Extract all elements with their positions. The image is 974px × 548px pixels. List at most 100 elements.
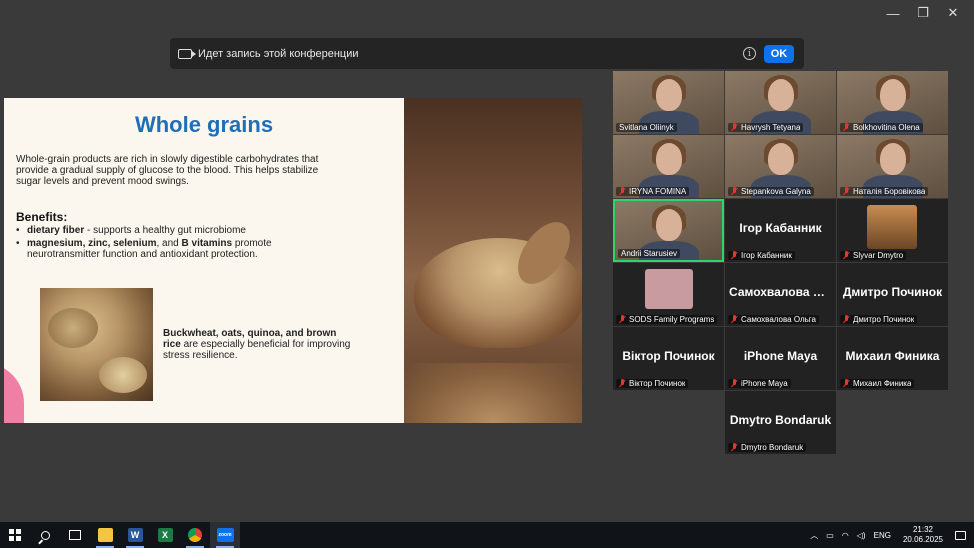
benefits-list: dietary fiber - supports a healthy gut m… (16, 225, 346, 262)
windows-taskbar: W X zoom ︿ ▭ ◠ ◁) ENG 21:32 20.06.2025 (0, 522, 974, 548)
battery-icon[interactable]: ▭ (826, 531, 834, 540)
participant-name-label: SODS Family Programs (616, 315, 718, 324)
participant-name: Svitlana Oliinyk (619, 123, 674, 132)
restore-button[interactable]: ❐ (908, 4, 938, 22)
participant-name-label: Havrysh Tetyana (728, 123, 804, 132)
participant-tile[interactable]: Slyvar Dmytro (837, 199, 948, 262)
benefit-item: dietary fiber - supports a healthy gut m… (16, 225, 346, 236)
minimize-button[interactable]: — (878, 4, 908, 22)
participant-display-name: Михаил Финика (845, 349, 940, 363)
participant-tile[interactable]: Dmytro Bondaruk Dmytro Bondaruk (725, 391, 836, 454)
participant-name-label: Andrii Starusiev (618, 249, 681, 258)
participant-tile[interactable]: SODS Family Programs (613, 263, 724, 326)
chrome-icon[interactable] (180, 522, 210, 548)
decorative-shape (4, 363, 24, 423)
benefits-heading: Benefits: (16, 210, 68, 224)
participant-name: Наталія Боровікова (853, 187, 926, 196)
participant-avatar (645, 269, 693, 309)
participant-tile[interactable]: Bolkhovitina Olena (837, 71, 948, 134)
task-view-icon[interactable] (60, 522, 90, 548)
participant-name: Ігор Кабанник (741, 251, 792, 260)
participant-tile[interactable]: Дмитро Починок Дмитро Починок (837, 263, 948, 326)
muted-mic-icon (843, 123, 850, 132)
participant-display-name: Самохвалова О... (729, 285, 833, 299)
participant-avatar (867, 205, 917, 249)
participant-name-label: IRYNA FOMINA (616, 187, 690, 196)
window-controls: — ❐ ✕ (878, 4, 968, 22)
video-record-icon (178, 48, 196, 59)
muted-mic-icon (843, 315, 850, 324)
participant-name-label: Dmytro Bondaruk (728, 443, 807, 452)
participant-name-label: iPhone Maya (728, 379, 791, 388)
muted-mic-icon (731, 123, 738, 132)
participant-display-name: Dmytro Bondaruk (729, 413, 832, 427)
participant-name-label: Віктор Починок (616, 379, 689, 388)
word-icon[interactable]: W (120, 522, 150, 548)
muted-mic-icon (619, 379, 626, 388)
zoom-icon[interactable]: zoom (210, 522, 240, 548)
participant-tile[interactable]: Ігор Кабанник Ігор Кабанник (725, 199, 836, 262)
participant-name: Havrysh Tetyana (741, 123, 801, 132)
participant-name: Дмитро Починок (853, 315, 915, 324)
participant-name-label: Ігор Кабанник (728, 251, 795, 260)
participant-tile[interactable]: iPhone Maya iPhone Maya (725, 327, 836, 390)
participant-name: iPhone Maya (741, 379, 788, 388)
participant-display-name: iPhone Maya (743, 349, 818, 363)
participant-name-label: Slyvar Dmytro (840, 251, 907, 260)
muted-mic-icon (731, 379, 738, 388)
slide-title: Whole grains (134, 112, 274, 137)
muted-mic-icon (731, 187, 738, 196)
participant-name: Stepankova Galyna (741, 187, 811, 196)
participant-name-label: Bolkhovitina Olena (840, 123, 923, 132)
participant-tile[interactable]: Самохвалова О... Самохвалова Ольга (725, 263, 836, 326)
system-tray: ︿ ▭ ◠ ◁) ENG 21:32 20.06.2025 (806, 522, 974, 548)
participant-name-label: Stepankova Galyna (728, 187, 814, 196)
ok-button[interactable]: OK (764, 44, 794, 63)
participant-name: SODS Family Programs (629, 315, 715, 324)
search-icon[interactable] (30, 522, 60, 548)
muted-mic-icon (843, 379, 850, 388)
participant-display-name: Дмитро Починок (842, 285, 943, 299)
participant-tile[interactable]: Svitlana Oliinyk (613, 71, 724, 134)
muted-mic-icon (619, 187, 626, 196)
volume-icon[interactable]: ◁) (857, 531, 866, 540)
participant-tile[interactable]: Михаил Финика Михаил Финика (837, 327, 948, 390)
participant-name: Михаил Финика (853, 379, 912, 388)
tray-chevron-icon[interactable]: ︿ (810, 530, 818, 541)
recording-message: Идет запись этой конференции (198, 47, 359, 60)
participant-tile[interactable]: Andrii Starusiev (613, 199, 724, 262)
notification-icon[interactable] (955, 530, 966, 540)
grain-bowl-photo (404, 98, 582, 423)
participant-name-label: Самохвалова Ольга (728, 315, 819, 324)
excel-icon[interactable]: X (150, 522, 180, 548)
participant-name-label: Svitlana Oliinyk (616, 123, 677, 132)
file-explorer-icon[interactable] (90, 522, 120, 548)
shared-screen-slide: Whole grains Whole-grain products are ri… (4, 98, 582, 423)
participant-name: Bolkhovitina Olena (853, 123, 920, 132)
muted-mic-icon (731, 251, 738, 260)
recording-banner: Идет запись этой конференции i OK (170, 38, 804, 69)
participant-display-name: Ігор Кабанник (739, 221, 822, 235)
clock[interactable]: 21:32 20.06.2025 (903, 525, 943, 545)
wifi-icon[interactable]: ◠ (842, 531, 849, 540)
participant-name-label: Михаил Финика (840, 379, 915, 388)
muted-mic-icon (843, 251, 850, 260)
muted-mic-icon (843, 187, 850, 196)
info-icon[interactable]: i (743, 47, 756, 60)
benefit-item: magnesium, zinc, selenium, and B vitamin… (16, 238, 346, 260)
close-button[interactable]: ✕ (938, 4, 968, 22)
grains-photo (40, 288, 153, 401)
participant-name: Slyvar Dmytro (853, 251, 904, 260)
language-indicator[interactable]: ENG (874, 531, 891, 540)
slide-note: Buckwheat, oats, quinoa, and brown rice … (163, 328, 351, 361)
start-icon[interactable] (0, 522, 30, 548)
muted-mic-icon (619, 315, 626, 324)
slide-text-area: Whole grains Whole-grain products are ri… (4, 98, 404, 423)
participant-tile[interactable]: Havrysh Tetyana (725, 71, 836, 134)
slide-intro: Whole-grain products are rich in slowly … (16, 154, 319, 187)
participant-name-label: Дмитро Починок (840, 315, 918, 324)
participant-tile[interactable]: IRYNA FOMINA (613, 135, 724, 198)
participant-tile[interactable]: Stepankova Galyna (725, 135, 836, 198)
participant-tile[interactable]: Віктор Починок Віктор Починок (613, 327, 724, 390)
participant-tile[interactable]: Наталія Боровікова (837, 135, 948, 198)
